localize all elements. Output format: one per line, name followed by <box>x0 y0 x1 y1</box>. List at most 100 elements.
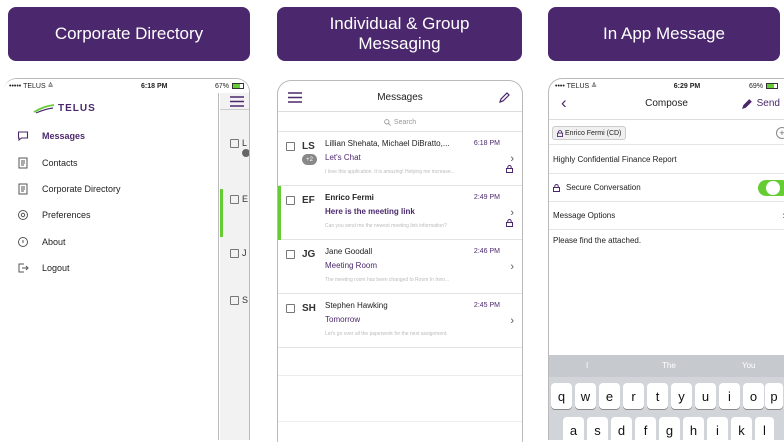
secure-conversation-row: Secure Conversation <box>549 174 784 202</box>
menu-item-preferences[interactable]: Preferences <box>17 209 91 221</box>
message-options-row[interactable]: Message Options › <box>549 202 784 230</box>
telus-swoosh-icon <box>33 103 55 114</box>
recipient-row[interactable]: Enrico Fermi (CD) + <box>549 121 784 145</box>
key[interactable]: g <box>659 417 680 440</box>
message-subject: Meeting Room <box>325 261 378 270</box>
message-preview: I love this application. It is amazing! … <box>325 169 455 175</box>
status-time: 6:18 PM <box>140 82 168 90</box>
message-subject: Tomorrow <box>325 315 361 324</box>
logo-text: TELUS <box>58 103 96 114</box>
message-body[interactable]: Please find the attached. <box>553 236 641 245</box>
menu-item-contacts[interactable]: Contacts <box>17 157 78 169</box>
keyboard-row-1: q w e r t y u i o p <box>551 383 784 409</box>
key[interactable]: t <box>647 383 668 409</box>
badge-text: +2 <box>306 156 313 163</box>
recipient-name: Enrico Fermi (CD) <box>565 129 622 137</box>
message-row[interactable]: JG Jane Goodall 2:46 PM Meeting Room › T… <box>278 240 522 294</box>
status-battery: 69% <box>748 82 763 90</box>
key[interactable]: p <box>765 383 783 409</box>
panel-messaging: Individual & Group Messaging Messages Se… <box>277 0 523 442</box>
key[interactable]: a <box>563 417 584 440</box>
key[interactable]: e <box>599 383 620 409</box>
info-bubble-icon <box>18 237 28 247</box>
logout-icon <box>18 263 29 273</box>
send-button[interactable]: Send <box>741 98 780 109</box>
message-preview: Can you send me the newest meeting link … <box>325 223 447 229</box>
key[interactable]: i <box>719 383 740 409</box>
pencil-icon <box>741 98 752 109</box>
search-bar[interactable]: Search <box>278 115 522 129</box>
avatar-initials: LS <box>302 141 315 152</box>
row-checkbox[interactable] <box>286 250 295 259</box>
key[interactable]: k <box>731 417 752 440</box>
message-preview: The meeting room has been changed to Roo… <box>325 277 450 283</box>
menu-item-messages[interactable]: Messages <box>17 130 85 142</box>
side-drawer: TELUS Messages Contacts Corporate Direct… <box>3 79 219 440</box>
keyboard: I The You q w e r t y u i o p a s d f g … <box>549 355 784 440</box>
key[interactable]: y <box>671 383 692 409</box>
key[interactable]: f <box>635 417 656 440</box>
key[interactable]: w <box>575 383 596 409</box>
lock-icon <box>553 183 560 192</box>
group-count-badge: +2 <box>302 154 317 165</box>
compose-pencil-icon[interactable] <box>499 92 510 103</box>
status-bar: ••••• TELUS ≙ 6:18 PM 67% <box>3 79 249 93</box>
recipient-chip[interactable]: Enrico Fermi (CD) <box>552 126 627 140</box>
key[interactable]: i <box>707 417 728 440</box>
key[interactable]: s <box>587 417 608 440</box>
address-book-icon <box>18 157 28 169</box>
message-time: 6:18 PM <box>473 140 500 147</box>
secure-toggle[interactable] <box>758 180 784 196</box>
phone-screen: ••••• TELUS ≙ 6:18 PM 67% TELUS Messages… <box>3 78 250 440</box>
secure-label: Secure Conversation <box>566 183 641 192</box>
menu-item-label: Preferences <box>42 210 91 220</box>
active-row-bar <box>278 186 281 240</box>
peek-initial: S <box>242 295 249 305</box>
sender-name: Enrico Fermi <box>325 193 374 202</box>
key[interactable]: u <box>695 383 716 409</box>
key[interactable]: d <box>611 417 632 440</box>
chevron-right-icon: › <box>510 207 514 219</box>
peek-initial: J <box>242 248 247 258</box>
key[interactable]: o <box>743 383 764 409</box>
key[interactable]: h <box>683 417 704 440</box>
message-time: 2:49 PM <box>473 194 500 201</box>
status-time: 6:29 PM <box>673 82 701 90</box>
suggestion[interactable]: The <box>662 361 676 370</box>
lock-icon <box>506 165 513 173</box>
banner-messaging: Individual & Group Messaging <box>277 7 522 61</box>
menu-item-about[interactable]: About <box>17 236 66 248</box>
menu-item-label: About <box>42 237 66 247</box>
hamburger-menu-icon[interactable] <box>230 96 244 107</box>
key[interactable]: r <box>623 383 644 409</box>
lock-icon <box>557 129 563 137</box>
row-checkbox[interactable] <box>286 142 295 151</box>
subject-field[interactable]: Highly Confidential Finance Report <box>549 146 784 174</box>
menu-item-logout[interactable]: Logout <box>17 262 70 274</box>
key[interactable]: q <box>551 383 572 409</box>
row-checkbox[interactable] <box>286 304 295 313</box>
battery-icon <box>232 83 244 89</box>
suggestion[interactable]: You <box>742 361 756 370</box>
underlying-list-peek: L E J S <box>220 79 249 440</box>
row-checkbox[interactable] <box>286 196 295 205</box>
menu-item-label: Messages <box>42 131 86 141</box>
sender-name: Jane Goodall <box>325 247 373 256</box>
menu-item-label: Corporate Directory <box>42 184 121 194</box>
status-carrier: ••••• TELUS ≙ <box>9 83 54 90</box>
phone-screen: •••• TELUS ≙ 6:29 PM 69% ‹ Compose Send … <box>548 78 784 440</box>
key[interactable]: l <box>755 417 774 440</box>
message-time: 2:45 PM <box>473 302 500 309</box>
banner-title-line1: Individual & Group <box>329 14 470 33</box>
message-row[interactable]: EF Enrico Fermi 2:49 PM Here is the meet… <box>278 186 522 240</box>
message-row[interactable]: SH Stephen Hawking 2:45 PM Tomorrow › Le… <box>278 294 522 348</box>
message-subject: Here is the meeting link <box>325 207 415 216</box>
sender-name: Lillian Shehata, Michael DiBratto,... <box>325 139 450 148</box>
menu-item-label: Logout <box>42 263 70 273</box>
add-recipient-icon[interactable]: + <box>776 127 784 139</box>
divider <box>278 375 522 376</box>
menu-item-corporate-directory[interactable]: Corporate Directory <box>17 183 121 195</box>
sender-name: Stephen Hawking <box>325 301 388 310</box>
suggestion[interactable]: I <box>586 361 588 370</box>
message-row[interactable]: LS +2 Lillian Shehata, Michael DiBratto,… <box>278 132 522 186</box>
